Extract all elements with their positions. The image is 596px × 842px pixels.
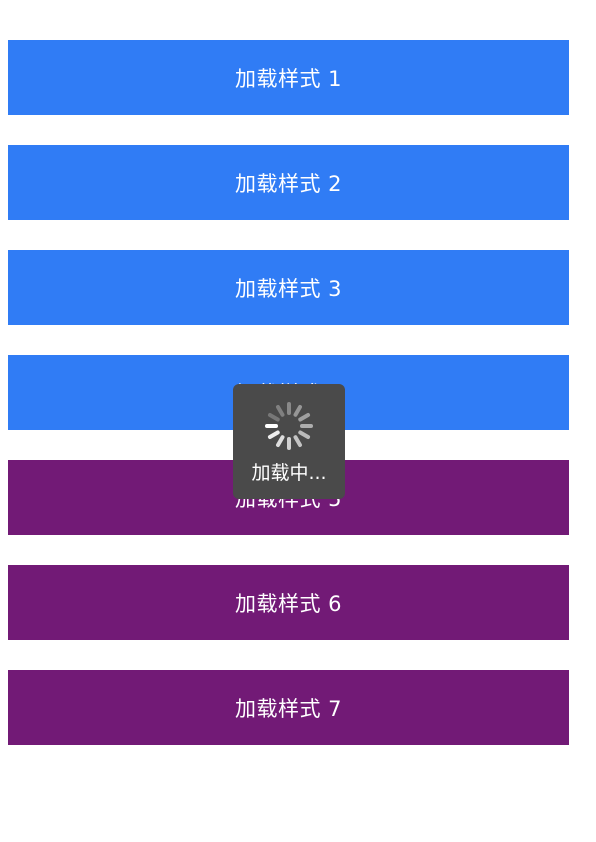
loading-toast: 加载中... — [233, 384, 345, 499]
loading-style-7-button[interactable]: 加载样式 7 — [8, 670, 569, 745]
loading-style-3-button[interactable]: 加载样式 3 — [8, 250, 569, 325]
loading-text: 加载中... — [251, 462, 327, 484]
spinner-icon — [265, 402, 313, 450]
loading-style-1-button[interactable]: 加载样式 1 — [8, 40, 569, 115]
loading-style-2-button[interactable]: 加载样式 2 — [8, 145, 569, 220]
loading-style-6-button[interactable]: 加载样式 6 — [8, 565, 569, 640]
page: 加载样式 1 加载样式 2 加载样式 3 加载样式 4 加载样式 5 加载样式 … — [0, 0, 596, 842]
